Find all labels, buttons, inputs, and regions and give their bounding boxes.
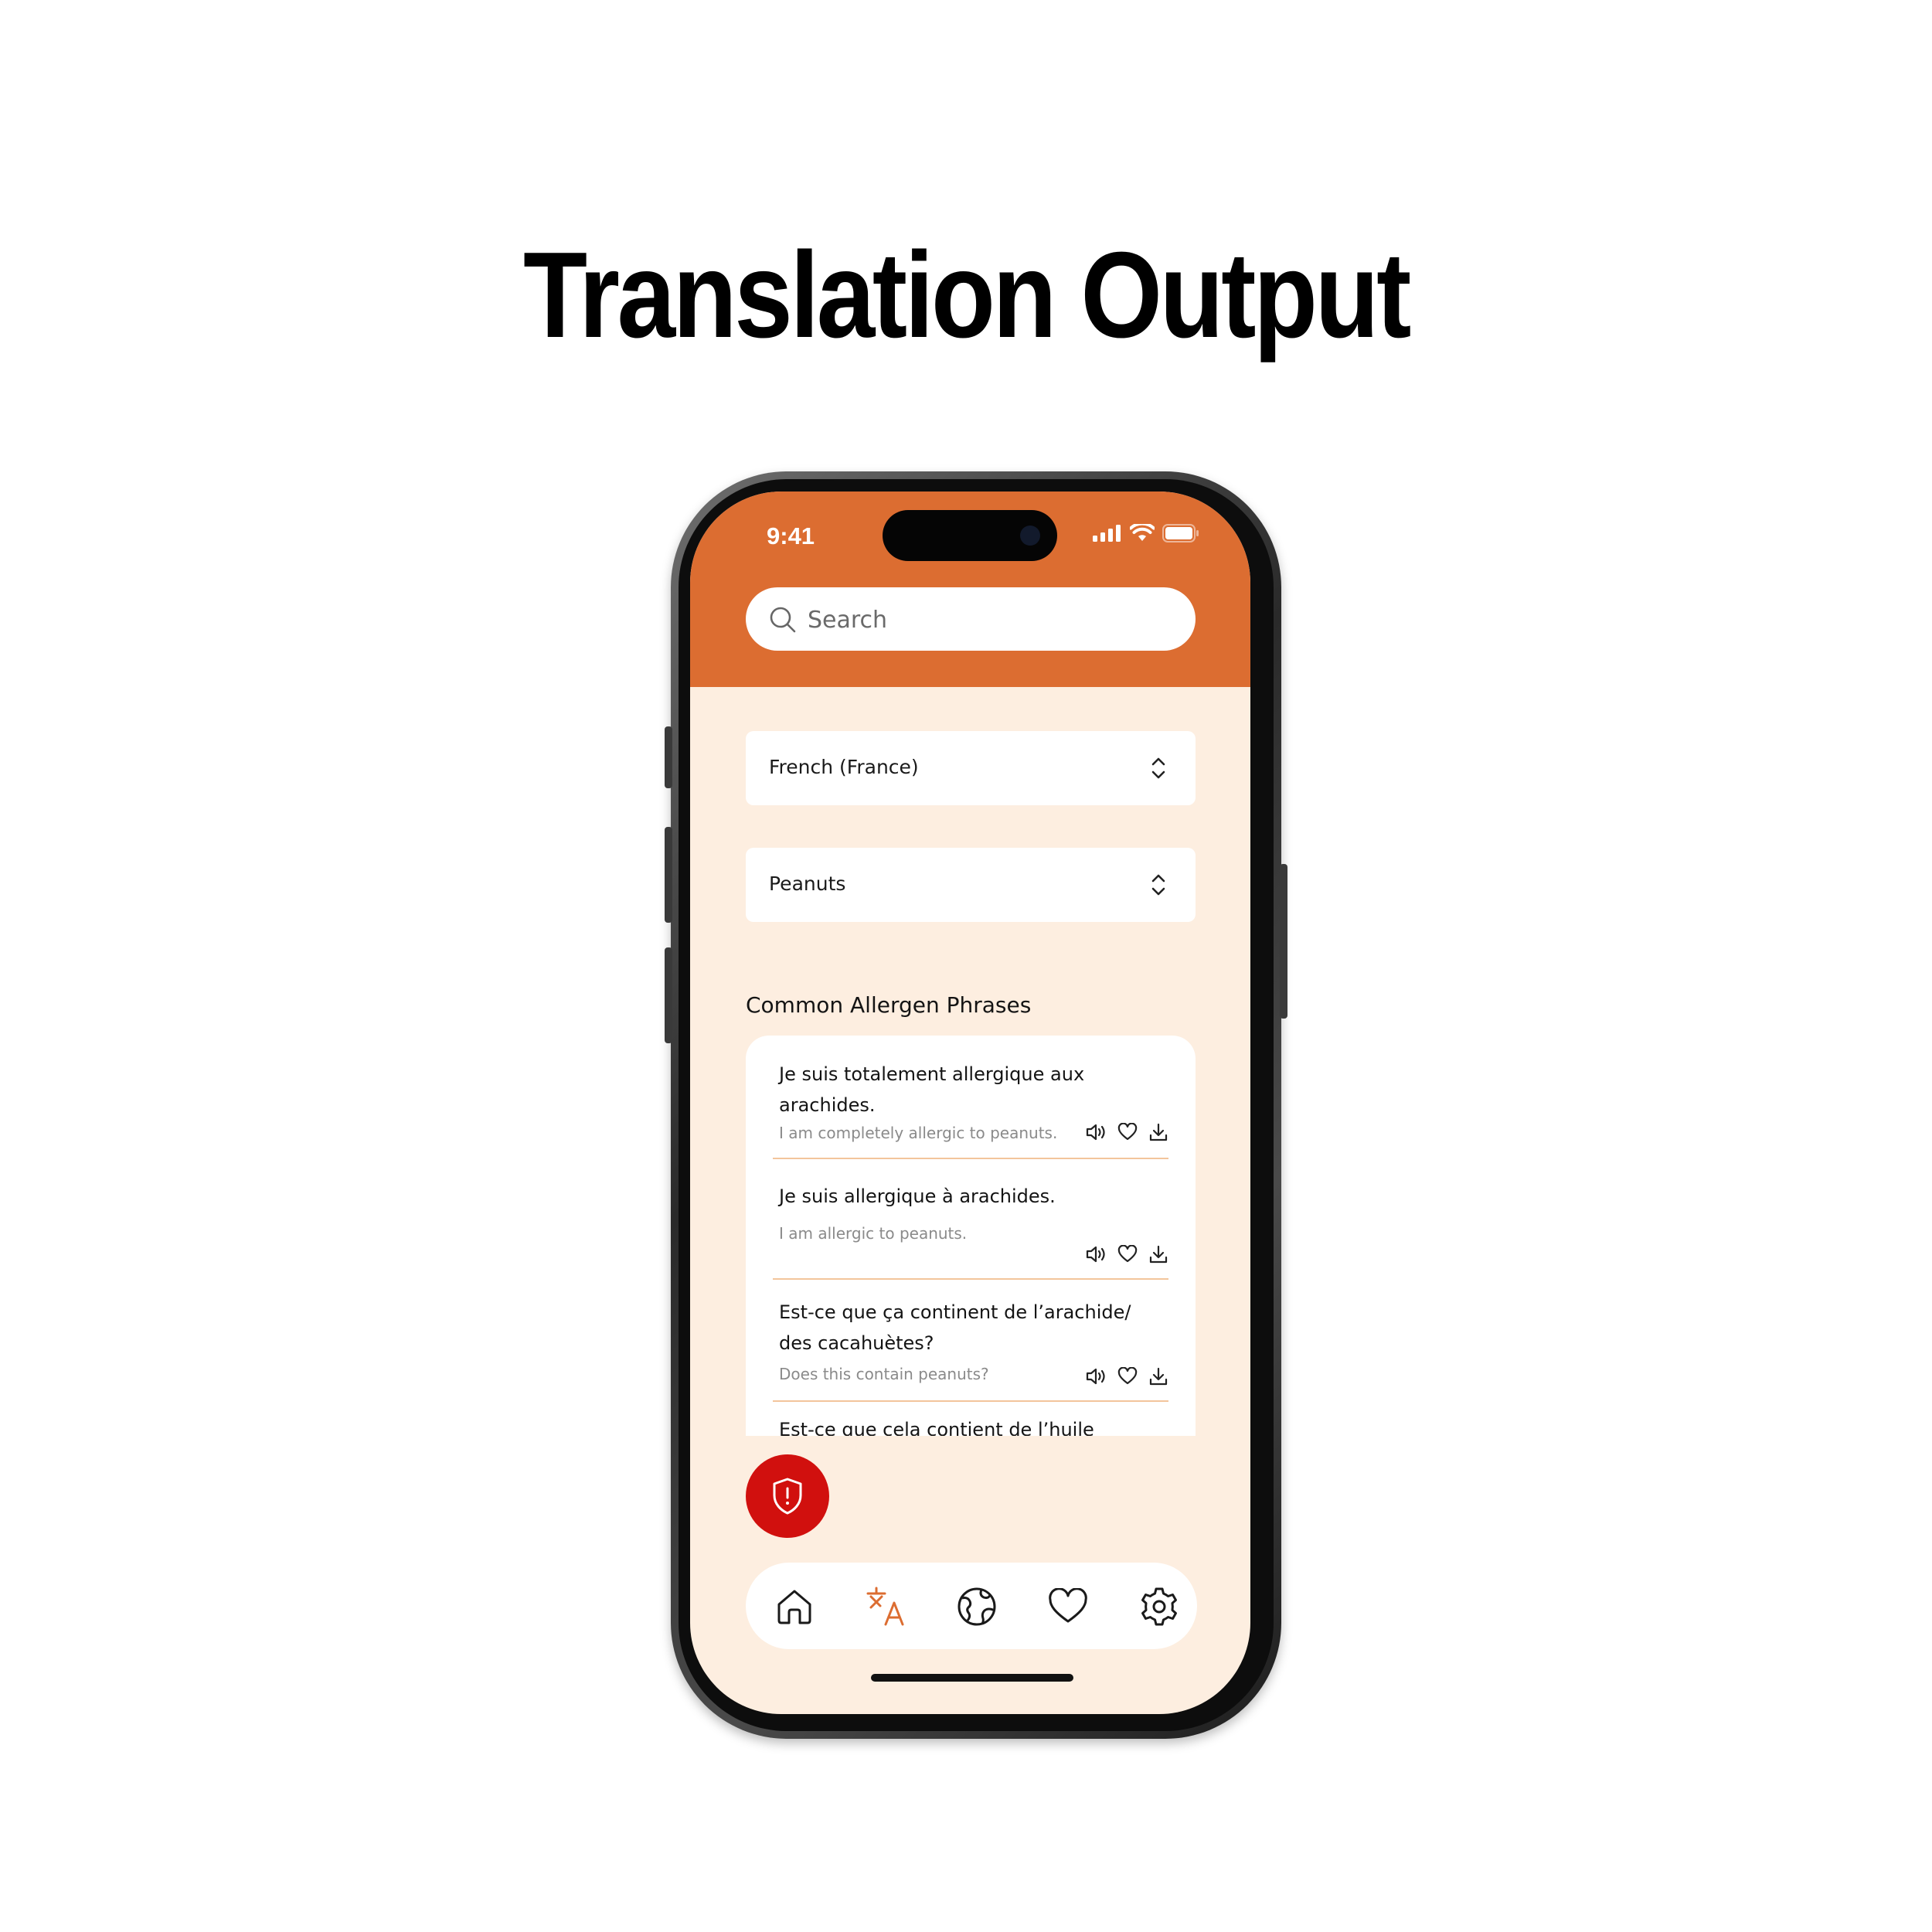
gear-icon xyxy=(1141,1587,1177,1626)
phrase-list: Je suis totalement allergique aux arachi… xyxy=(746,1036,1196,1436)
phrase-actions xyxy=(1085,1122,1168,1142)
wifi-icon xyxy=(1130,524,1155,541)
page-title: Translation Output xyxy=(523,227,1411,363)
heart-icon[interactable] xyxy=(1117,1123,1138,1141)
speaker-icon[interactable] xyxy=(1085,1244,1107,1264)
phrase-french: Je suis allergique à arachides. xyxy=(779,1185,1056,1207)
volume-down-button xyxy=(665,947,672,1043)
heart-icon[interactable] xyxy=(1117,1367,1138,1386)
globe-icon xyxy=(957,1587,996,1626)
camera-icon xyxy=(1020,526,1040,546)
phrase-item: Est-ce que cela contient de l’huile xyxy=(773,1414,1168,1436)
chevron-updown-icon xyxy=(1151,757,1165,779)
emergency-button[interactable] xyxy=(746,1454,829,1538)
phrase-item: Est-ce que ça continent de l’arachide/ d… xyxy=(773,1297,1168,1402)
nav-home[interactable] xyxy=(774,1586,815,1628)
shield-alert-icon xyxy=(773,1478,802,1515)
heart-icon[interactable] xyxy=(1117,1245,1138,1264)
speaker-icon[interactable] xyxy=(1085,1122,1107,1142)
phrase-english: Does this contain peanuts? xyxy=(779,1365,989,1383)
status-time: 9:41 xyxy=(767,522,815,549)
download-icon[interactable] xyxy=(1148,1122,1168,1142)
nav-favorites[interactable] xyxy=(1047,1586,1089,1628)
speaker-icon[interactable] xyxy=(1085,1366,1107,1386)
phrase-english: I am allergic to peanuts. xyxy=(779,1224,968,1243)
volume-up-button xyxy=(665,827,672,923)
language-select[interactable]: French (France) xyxy=(746,731,1196,805)
bottom-nav xyxy=(746,1563,1197,1649)
home-icon xyxy=(777,1590,811,1624)
translate-icon xyxy=(866,1587,904,1626)
download-icon[interactable] xyxy=(1148,1366,1168,1386)
search-bar[interactable] xyxy=(746,587,1196,651)
allergen-select-value: Peanuts xyxy=(769,872,846,895)
app-header: 9:41 xyxy=(690,492,1250,687)
status-icons xyxy=(1093,524,1199,543)
chevron-updown-icon xyxy=(1151,874,1165,896)
battery-icon xyxy=(1162,524,1199,543)
phrase-french: Je suis totalement allergique aux arachi… xyxy=(779,1063,1085,1116)
phrase-item: Je suis allergique à arachides. I am all… xyxy=(773,1181,1168,1280)
search-icon xyxy=(770,607,796,633)
language-select-value: French (France) xyxy=(769,756,919,778)
action-button xyxy=(665,726,672,788)
section-title: Common Allergen Phrases xyxy=(746,992,1032,1018)
phrase-french: Est-ce que cela contient de l’huile xyxy=(779,1419,1094,1436)
phrase-item: Je suis totalement allergique aux arachi… xyxy=(773,1059,1168,1159)
power-button xyxy=(1280,864,1287,1019)
allergen-select[interactable]: Peanuts xyxy=(746,848,1196,922)
signal-icon xyxy=(1093,525,1121,542)
phrase-actions xyxy=(1085,1366,1168,1386)
nav-globe[interactable] xyxy=(956,1586,998,1628)
heart-icon xyxy=(1049,1588,1087,1623)
search-input[interactable] xyxy=(806,601,1180,638)
nav-settings[interactable] xyxy=(1138,1586,1180,1628)
download-icon[interactable] xyxy=(1148,1244,1168,1264)
home-indicator xyxy=(871,1674,1073,1682)
app-screen: 9:41 Search French (France) Peanuts Comm… xyxy=(690,492,1250,1714)
phrase-french: Est-ce que ça continent de l’arachide/ d… xyxy=(779,1301,1131,1354)
nav-translate[interactable] xyxy=(865,1586,906,1628)
dynamic-island xyxy=(883,510,1057,561)
phrase-actions xyxy=(1085,1244,1168,1264)
phrase-english: I am completely allergic to peanuts. xyxy=(779,1124,1058,1142)
